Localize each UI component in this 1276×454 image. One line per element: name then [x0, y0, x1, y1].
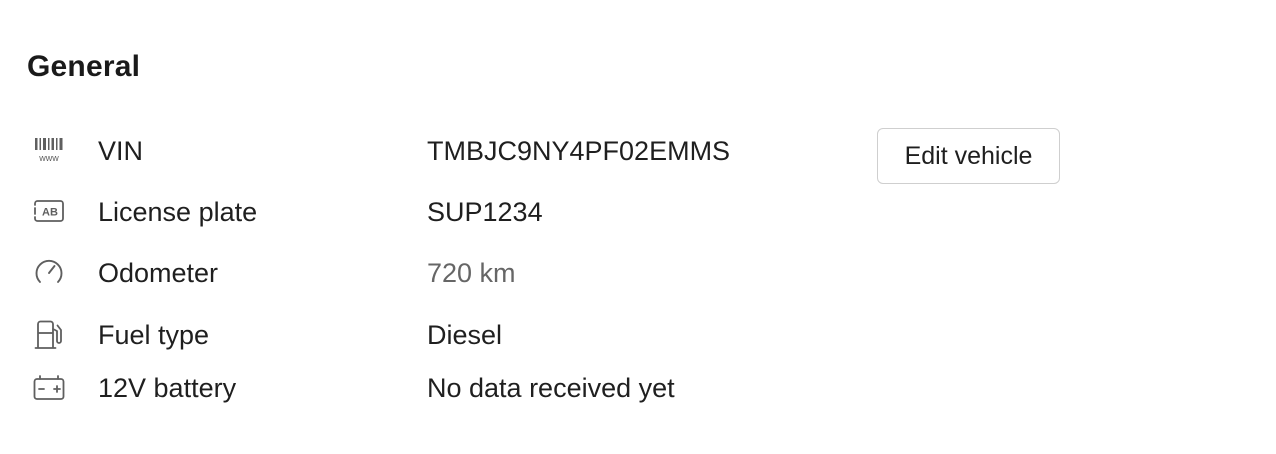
battery-value: No data received yet: [427, 373, 675, 403]
info-row-battery: 12V battery No data received yet: [0, 367, 860, 407]
info-row-fuel-type: Fuel type Diesel: [0, 314, 860, 354]
odometer-value: 720 km: [427, 258, 516, 288]
info-row-odometer: Odometer 720 km: [0, 252, 860, 292]
barcode-icon: www: [31, 132, 67, 168]
speedometer-icon: [31, 254, 67, 290]
license-plate-label: License plate: [98, 197, 258, 227]
fuel-type-value: Diesel: [427, 320, 503, 350]
edit-vehicle-button[interactable]: Edit vehicle: [877, 128, 1060, 184]
battery-label: 12V battery: [98, 373, 237, 403]
license-plate-icon: AB: [31, 193, 67, 229]
section-title: General: [27, 50, 141, 83]
vin-value: TMBJC9NY4PF02EMMS: [427, 136, 731, 166]
vin-label: VIN: [98, 136, 144, 166]
info-row-vin: www VIN TMBJC9NY4PF02EMMS: [0, 130, 860, 170]
battery-icon: [31, 369, 67, 405]
info-row-license-plate: AB License plate SUP1234: [0, 191, 860, 231]
fuel-type-label: Fuel type: [98, 320, 210, 350]
license-plate-value: SUP1234: [427, 197, 543, 227]
svg-text:AB: AB: [42, 207, 58, 219]
odometer-label: Odometer: [98, 258, 219, 288]
fuel-pump-icon: [31, 316, 67, 352]
svg-text:www: www: [38, 153, 59, 163]
